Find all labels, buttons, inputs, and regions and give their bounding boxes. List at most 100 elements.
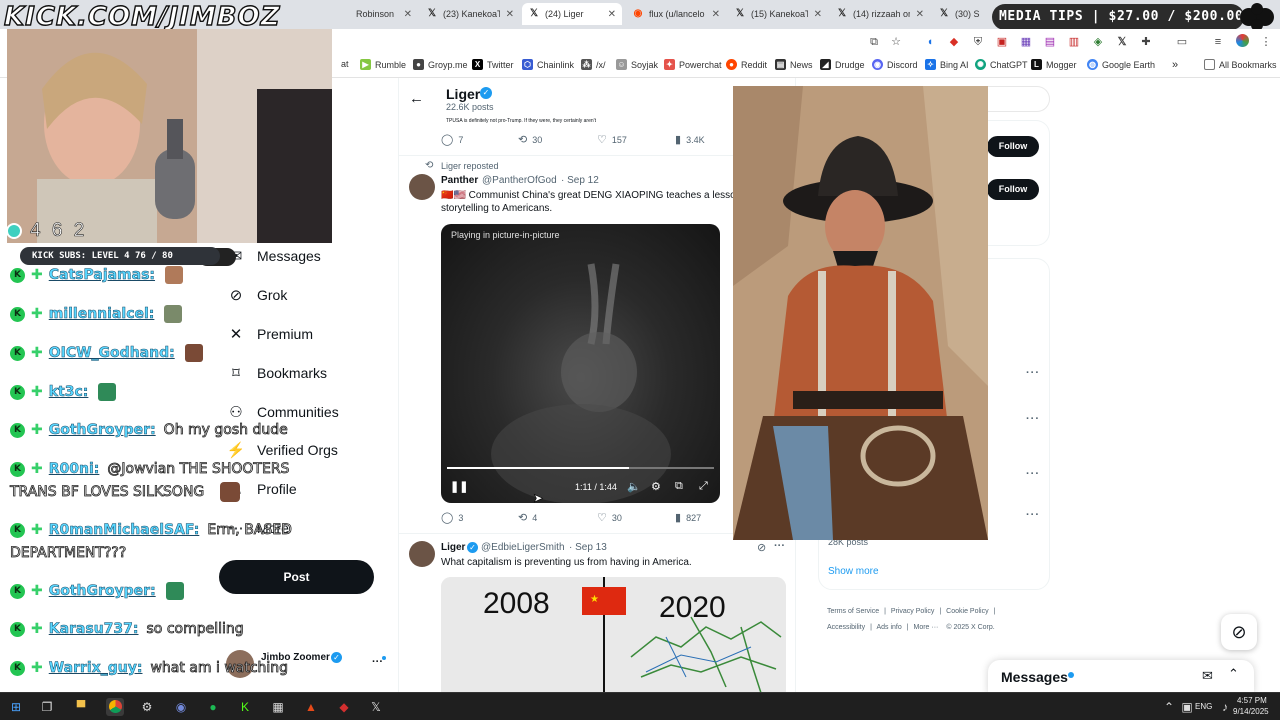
post-button[interactable]: Post xyxy=(219,560,374,594)
tab-robinson[interactable]: Robinson ✕ xyxy=(350,3,418,25)
footer-link[interactable]: More ··· xyxy=(914,624,939,631)
nav-grok[interactable]: ⊘ Grok xyxy=(226,286,288,304)
reply-button[interactable]: ◯ 7 xyxy=(441,133,463,146)
app-icon[interactable]: ◆ xyxy=(335,698,353,716)
bookmark-powerchat[interactable]: ✦ Powerchat xyxy=(664,59,722,70)
close-icon[interactable]: ✕ xyxy=(506,9,514,20)
volume-icon[interactable]: 🔈 xyxy=(627,480,641,493)
task-view-icon[interactable]: ❐ xyxy=(38,698,56,716)
bookmark-at[interactable]: at xyxy=(341,59,349,69)
footer-link[interactable]: Accessibility xyxy=(827,624,865,631)
views-button[interactable]: ▮ 827 xyxy=(675,511,701,524)
bookmark-chainlink[interactable]: ⬡ Chainlink xyxy=(522,59,574,70)
author-name[interactable]: Panther xyxy=(441,175,478,186)
bookmark-drudge[interactable]: ◢ Drudge xyxy=(820,59,865,70)
fullscreen-icon[interactable]: ⤢ xyxy=(699,480,708,493)
x-icon[interactable]: 𝕏 xyxy=(367,698,385,716)
tab-rizzaah[interactable]: 𝕏 (14) rizzaah on ✕ xyxy=(830,3,930,25)
tab-flux-reddit[interactable]: ◉ flux (u/lancelo ✕ xyxy=(626,3,726,25)
nav-verified-orgs[interactable]: ⚡ Verified Orgs xyxy=(226,441,338,459)
repost-button[interactable]: ⟲ 30 xyxy=(518,133,542,146)
bookmark-x-folder[interactable]: ⁂ /x/ xyxy=(581,59,606,70)
bookmarks-overflow-button[interactable]: » xyxy=(1172,59,1178,71)
gear-icon[interactable]: ⚙ xyxy=(651,480,661,493)
repost-button[interactable]: ⟲ 4 xyxy=(518,511,537,524)
post-date[interactable]: · Sep 12 xyxy=(561,175,599,186)
like-button[interactable]: ♡ 30 xyxy=(597,511,622,524)
nav-bookmarks[interactable]: ⌑ Bookmarks xyxy=(226,364,327,382)
post-date[interactable]: · Sep 13 xyxy=(569,542,607,553)
more-icon[interactable]: ··· xyxy=(1026,367,1040,379)
clock-time[interactable]: 4:57 PM xyxy=(1237,696,1267,705)
author-handle[interactable]: @EdbieLigerSmith xyxy=(481,542,565,553)
menu-icon[interactable]: ⋮ xyxy=(1258,34,1274,50)
post-image[interactable]: ★ 2008 2020 xyxy=(441,577,786,693)
more-icon[interactable]: ··· xyxy=(774,540,785,552)
star-icon[interactable]: ☆ xyxy=(888,34,904,50)
puzzle-icon[interactable]: ✚ xyxy=(1138,34,1154,50)
app-icon[interactable]: ▦ xyxy=(269,698,287,716)
bookmark-discord[interactable]: ◉ Discord xyxy=(872,59,918,70)
follow-button[interactable]: Follow xyxy=(987,179,1039,200)
bookmark-chatgpt[interactable]: ✺ ChatGPT xyxy=(975,59,1028,70)
tab-kanekoa-15[interactable]: 𝕏 (15) KanekoaTh ✕ xyxy=(728,3,828,25)
close-icon[interactable]: ✕ xyxy=(814,9,822,20)
tab-liger-active[interactable]: 𝕏 (24) Liger ✕ xyxy=(522,3,622,25)
extension-icon[interactable]: ▤ xyxy=(1042,34,1058,50)
bookmark-bing[interactable]: ✧ Bing AI xyxy=(925,59,969,70)
views-button[interactable]: ▮ 3.4K xyxy=(675,133,705,146)
close-icon[interactable]: ✕ xyxy=(404,9,412,20)
new-message-icon[interactable]: ✉ xyxy=(1202,668,1213,684)
like-button[interactable]: ♡ 157 xyxy=(597,133,627,146)
more-icon[interactable]: ··· xyxy=(1026,468,1040,480)
tab-search-icon[interactable]: ≡ xyxy=(1210,34,1226,50)
messages-drawer[interactable]: Messages ✉ ⌃ xyxy=(988,660,1254,694)
bookmark-groyp[interactable]: ● Groyp.me xyxy=(413,59,468,70)
bookmark-reddit[interactable]: ● Reddit xyxy=(726,59,767,70)
video-progress-track[interactable] xyxy=(447,467,714,469)
picture-in-picture-window[interactable] xyxy=(733,86,988,540)
tray-chevron-icon[interactable]: ⌃ xyxy=(1160,698,1178,716)
chrome-icon[interactable] xyxy=(106,698,124,716)
more-icon[interactable]: ··· xyxy=(1026,413,1040,425)
clock-date[interactable]: 9/14/2025 xyxy=(1233,707,1269,716)
follow-button[interactable]: Follow xyxy=(987,136,1039,157)
bookmark-google-earth[interactable]: ◍ Google Earth xyxy=(1087,59,1155,70)
extension-icon[interactable]: ▦ xyxy=(1018,34,1034,50)
shield-icon[interactable]: ⛨ xyxy=(970,34,986,50)
nav-communities[interactable]: ⚇ Communities xyxy=(226,403,338,421)
extension-icon[interactable]: ◖ xyxy=(922,34,938,50)
nav-premium[interactable]: ✕ Premium xyxy=(226,325,313,343)
side-panel-icon[interactable]: ▭ xyxy=(1174,34,1190,50)
author-name[interactable]: Liger xyxy=(441,542,465,553)
footer-link[interactable]: Terms of Service xyxy=(827,608,879,615)
nav-messages[interactable]: ✉Messages xyxy=(226,247,321,265)
volume-icon[interactable]: ♪ xyxy=(1216,698,1234,716)
x-icon[interactable]: 𝕏 xyxy=(1114,34,1130,50)
footer-link[interactable]: Cookie Policy xyxy=(946,608,988,615)
tab-30[interactable]: 𝕏 (30) S xyxy=(932,3,992,25)
steam-icon[interactable]: ⚙ xyxy=(138,698,156,716)
author-handle[interactable]: @PantherOfGod xyxy=(482,175,557,186)
extension-icon[interactable]: ◈ xyxy=(1090,34,1106,50)
file-explorer-icon[interactable]: ▀ xyxy=(72,698,90,716)
grok-icon[interactable]: ⊘ xyxy=(757,541,766,554)
more-icon[interactable]: ··· xyxy=(1026,509,1040,521)
chevron-up-icon[interactable]: ⌃ xyxy=(1228,666,1239,682)
pip-icon[interactable]: ⧉ xyxy=(675,480,683,493)
video-player[interactable]: Playing in picture-in-picture ❚❚ 1:11 / … xyxy=(441,224,720,503)
bookmark-twitter[interactable]: X Twitter xyxy=(472,59,514,70)
extension-icon[interactable]: ▣ xyxy=(994,34,1010,50)
all-bookmarks-button[interactable]: All Bookmarks xyxy=(1204,59,1277,70)
discord-icon[interactable]: ◉ xyxy=(172,698,190,716)
reply-button[interactable]: ◯ 3 xyxy=(441,511,463,524)
tab-kanekoa-23[interactable]: 𝕏 (23) KanekoaTh ✕ xyxy=(420,3,520,25)
bookmark-news[interactable]: ▤ News xyxy=(775,59,813,70)
bookmark-soyjak[interactable]: ☺ Soyjak xyxy=(616,59,658,70)
kick-icon[interactable]: K xyxy=(236,698,254,716)
bookmark-rumble[interactable]: ▶ Rumble xyxy=(360,59,406,70)
footer-link[interactable]: Privacy Policy xyxy=(891,608,935,615)
back-arrow-icon[interactable]: ← xyxy=(409,90,424,107)
close-icon[interactable]: ✕ xyxy=(916,9,924,20)
close-icon[interactable]: ✕ xyxy=(608,9,616,20)
